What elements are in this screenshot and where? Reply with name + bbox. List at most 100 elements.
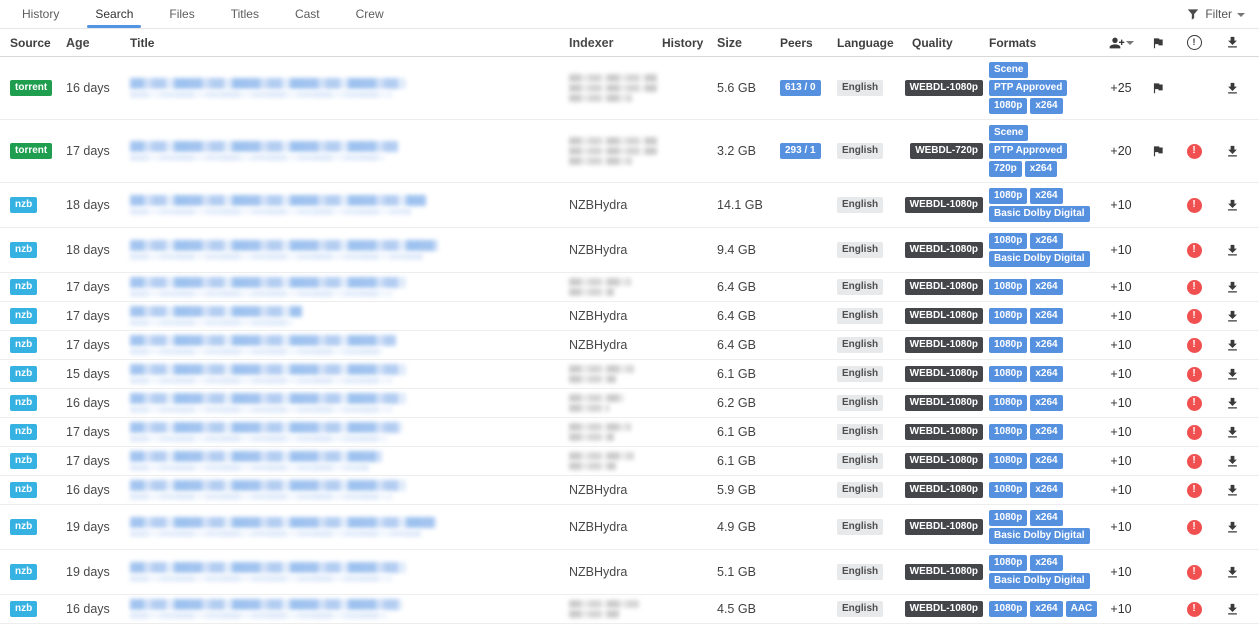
download-icon[interactable] [1225, 367, 1240, 382]
format-badge: Basic Dolby Digital [989, 573, 1090, 589]
alert-icon[interactable]: ! [1187, 565, 1202, 580]
alert-icon[interactable]: ! [1187, 243, 1202, 258]
redacted-title-line2 [130, 464, 369, 471]
header-age[interactable]: Age [66, 36, 130, 50]
language-cell: English [837, 80, 912, 96]
quality-badge: WEBDL-1080p [905, 366, 983, 382]
size-cell: 6.4 GB [717, 280, 780, 294]
tab-titles[interactable]: Titles [219, 0, 271, 28]
download-icon[interactable] [1225, 81, 1240, 96]
age-cell: 17 days [66, 280, 130, 294]
download-icon[interactable] [1225, 396, 1240, 411]
alert-icon[interactable]: ! [1187, 425, 1202, 440]
format-badge: Scene [989, 125, 1028, 141]
size-label: 6.2 GB [717, 396, 756, 410]
header-language[interactable]: Language [837, 36, 912, 50]
download-icon[interactable] [1225, 520, 1240, 535]
table-row: nzb 19 days NZBHydra 5.1 GB English WEBD… [0, 550, 1259, 595]
header-peers[interactable]: Peers [780, 36, 837, 50]
alert-icon[interactable]: ! [1187, 198, 1202, 213]
flag-icon [1151, 36, 1165, 50]
tab-crew[interactable]: Crew [344, 0, 396, 28]
header-custom-format-score[interactable] [1101, 35, 1141, 51]
alert-icon[interactable]: ! [1187, 602, 1202, 617]
alert-icon[interactable]: ! [1187, 144, 1202, 159]
flag-cell [1141, 81, 1175, 95]
tab-search[interactable]: Search [83, 0, 145, 28]
tab-cast[interactable]: Cast [283, 0, 332, 28]
alert-icon[interactable]: ! [1187, 338, 1202, 353]
download-icon[interactable] [1225, 280, 1240, 295]
download-icon[interactable] [1225, 565, 1240, 580]
download-icon[interactable] [1225, 425, 1240, 440]
score-cell: +10 [1101, 454, 1141, 468]
format-badge: Basic Dolby Digital [989, 251, 1090, 267]
redacted-indexer [569, 365, 634, 383]
header-title[interactable]: Title [130, 36, 569, 50]
header-quality[interactable]: Quality [912, 36, 989, 50]
download-icon[interactable] [1225, 198, 1240, 213]
indexer-label: NZBHydra [569, 520, 627, 534]
alert-icon[interactable]: ! [1187, 520, 1202, 535]
header-history[interactable]: History [662, 36, 717, 50]
table-row: nzb 17 days 6.1 GB English WEBDL-1080p 1… [0, 418, 1259, 447]
info-cell: ! [1175, 367, 1213, 382]
size-label: 9.4 GB [717, 243, 756, 257]
table-header: Source Age Title Indexer History Size Pe… [0, 29, 1259, 57]
age-cell: 17 days [66, 309, 130, 323]
custom-format-score: +10 [1110, 425, 1131, 439]
size-label: 6.4 GB [717, 280, 756, 294]
tab-files[interactable]: Files [157, 0, 206, 28]
redacted-title-line2 [130, 348, 383, 355]
download-icon[interactable] [1225, 454, 1240, 469]
custom-format-score: +10 [1110, 454, 1131, 468]
table-row: nzb 17 days NZBHydra 6.4 GB English WEBD… [0, 331, 1259, 360]
info-cell: ! [1175, 144, 1213, 159]
quality-cell: WEBDL-1080p [912, 601, 989, 617]
header-indexer[interactable]: Indexer [569, 36, 662, 50]
header-flag[interactable] [1141, 36, 1175, 50]
size-label: 3.2 GB [717, 144, 756, 158]
header-source[interactable]: Source [0, 36, 66, 50]
language-cell: English [837, 424, 912, 440]
redacted-title-line2 [130, 435, 388, 442]
custom-format-score: +10 [1110, 520, 1131, 534]
redacted-indexer [569, 600, 639, 618]
header-alert[interactable]: ! [1175, 35, 1213, 50]
filter-button[interactable]: Filter [1186, 0, 1245, 28]
alert-icon[interactable]: ! [1187, 367, 1202, 382]
download-icon[interactable] [1225, 144, 1240, 159]
header-formats[interactable]: Formats [989, 36, 1101, 50]
header-download[interactable] [1213, 35, 1259, 50]
source-cell: nzb [0, 482, 66, 498]
info-cell: ! [1175, 454, 1213, 469]
download-icon[interactable] [1225, 338, 1240, 353]
source-cell: nzb [0, 279, 66, 295]
alert-icon[interactable]: ! [1187, 280, 1202, 295]
alert-icon[interactable]: ! [1187, 483, 1202, 498]
download-cell [1213, 520, 1259, 535]
alert-icon[interactable]: ! [1187, 396, 1202, 411]
download-icon[interactable] [1225, 243, 1240, 258]
redacted-title-line1 [130, 240, 438, 251]
formats-cell: 1080px264 [989, 365, 1101, 383]
alert-icon[interactable]: ! [1187, 309, 1202, 324]
redacted-title-line2 [130, 406, 392, 413]
download-icon[interactable] [1225, 309, 1240, 324]
redacted-title-line1 [130, 562, 406, 573]
age-cell: 17 days [66, 144, 130, 158]
download-icon[interactable] [1225, 483, 1240, 498]
format-badge: 1080p [989, 279, 1027, 295]
language-cell: English [837, 453, 912, 469]
age-cell: 16 days [66, 81, 130, 95]
size-cell: 6.2 GB [717, 396, 780, 410]
header-size[interactable]: Size [717, 36, 780, 50]
formats-cell: ScenePTP Approved720px264 [989, 124, 1101, 178]
formats-cell: 1080px264 [989, 336, 1101, 354]
alert-icon[interactable]: ! [1187, 454, 1202, 469]
language-badge: English [837, 337, 883, 353]
download-icon[interactable] [1225, 602, 1240, 617]
tab-history[interactable]: History [10, 0, 71, 28]
language-cell: English [837, 564, 912, 580]
age-label: 17 days [66, 425, 110, 439]
